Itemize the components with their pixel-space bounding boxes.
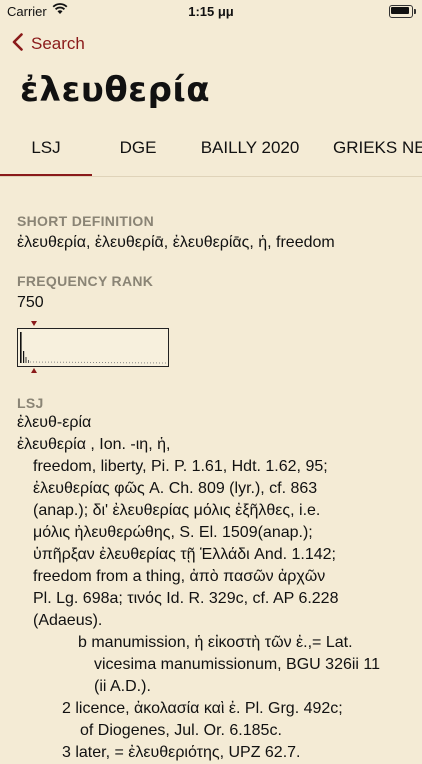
page-title: ἐλευθερία — [20, 70, 211, 110]
frequency-graph — [17, 328, 169, 367]
entry-line: b manumission, ἡ εἰκοστὴ τῶν ἐ.,= Lat. — [78, 634, 353, 651]
short-definition-heading: SHORT DEFINITION — [17, 213, 155, 229]
back-label: Search — [31, 34, 85, 53]
entry-line: ἐλευθερία , Ion. -ιη, ἡ, — [17, 436, 171, 453]
rank-marker-top — [31, 321, 37, 326]
entry-line: of Diogenes, Jul. Or. 6.185c. — [80, 722, 282, 739]
entry-line: (Adaeus). — [33, 612, 103, 629]
entry-line: μόλις ἠλευθερώθης, S. El. 1509(anap.); — [33, 524, 313, 541]
rank-marker-bottom — [31, 368, 37, 373]
chevron-left-icon — [12, 32, 31, 56]
entry-line: freedom, liberty, Pi. P. 1.61, Hdt. 1.62… — [33, 458, 328, 475]
battery-icon — [389, 5, 416, 18]
entry-line: ἐλευθερίας φῶς A. Ch. 809 (lyr.), cf. 86… — [33, 480, 318, 497]
entry-line: (anap.); δι' ἐλευθερίας μόλις ἐξῆλθες, i… — [33, 502, 321, 519]
tab-bailly-2020[interactable]: BAILLY 2020 — [184, 122, 316, 174]
entry-line: vicesima manumissionum, BGU 326ii 11 — [94, 656, 381, 673]
status-bar: Carrier 1:15 μμ — [0, 0, 422, 22]
entry-line: 2 licence, ἀκολασία καὶ ἐ. Pl. Grg. 492c… — [62, 700, 343, 717]
lsj-heading: LSJ — [17, 395, 44, 411]
tab-dge[interactable]: DGE — [92, 122, 184, 174]
dictionary-tabs: LSJ DGE BAILLY 2020 GRIEKS NED — [0, 122, 422, 177]
short-definition-text: ἐλευθερία, ἐλευθερίᾱ, ἐλευθερίᾱς, ἡ, fre… — [17, 234, 335, 251]
tab-lsj[interactable]: LSJ — [0, 122, 92, 176]
tab-grieks-ned[interactable]: GRIEKS NED — [333, 122, 422, 174]
entry-line: 3 later, = ἐλευθεριότης, UPZ 62.7. — [62, 744, 301, 761]
entry-line: (ii A.D.). — [94, 678, 151, 695]
entry-line: ὑπῆρξαν ἐλευθερίας τῇ Ἑλλάδι And. 1.142; — [33, 546, 336, 563]
clock: 1:15 μμ — [188, 4, 234, 19]
frequency-rank-heading: FREQUENCY RANK — [17, 273, 154, 289]
frequency-rank-value: 750 — [17, 294, 44, 311]
entry-line: ἐλευθ-ερία — [17, 414, 92, 431]
entry-line: Pl. Lg. 698a; τινός Id. R. 329c, cf. AP … — [33, 590, 339, 607]
entry-line: freedom from a thing, ἀπὸ πασῶν ἀρχῶν — [33, 568, 326, 585]
back-button[interactable]: Search — [12, 30, 85, 58]
